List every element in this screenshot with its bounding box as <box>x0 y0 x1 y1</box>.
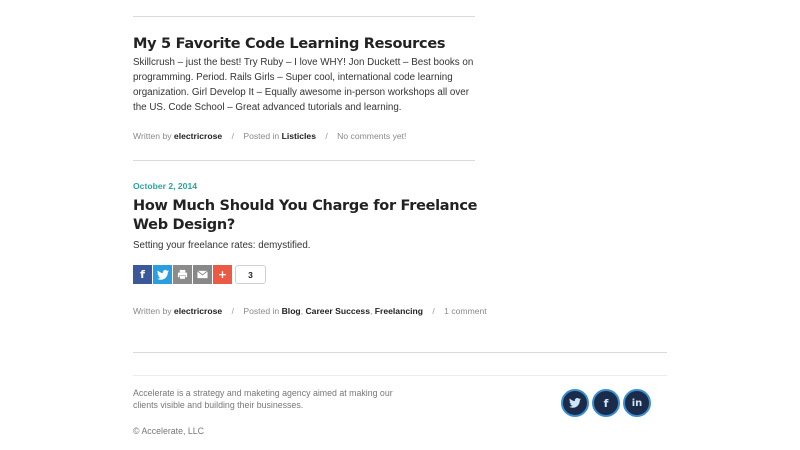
facebook-social-link[interactable]: f <box>592 389 620 417</box>
linkedin-icon: in <box>631 397 643 409</box>
print-icon <box>177 269 188 280</box>
footer-divider <box>133 352 667 353</box>
footer-about: Accelerate is a strategy and maketing ag… <box>133 388 393 410</box>
category-link[interactable]: Freelancing <box>375 306 423 316</box>
print-share-button[interactable] <box>173 265 192 284</box>
meta-separator: / <box>231 131 234 141</box>
post-title-link[interactable]: How Much Should You Charge for Freelance… <box>133 197 478 235</box>
post-divider <box>133 16 475 17</box>
post-excerpt: Skillcrush – just the best! Try Ruby – I… <box>133 57 474 113</box>
post-excerpt: Setting your freelance rates: demystifie… <box>133 240 311 251</box>
email-icon <box>197 270 208 279</box>
author-link[interactable]: electricrose <box>174 306 222 316</box>
meta-separator: / <box>432 306 435 316</box>
post-meta: Written by electricrose / Posted in Blog… <box>133 306 487 316</box>
category-link[interactable]: Listicles <box>282 131 316 141</box>
linkedin-social-link[interactable]: in <box>623 389 651 417</box>
twitter-share-button[interactable] <box>153 265 172 284</box>
written-by-label: Written by <box>133 131 172 141</box>
more-share-button[interactable]: + <box>213 265 232 284</box>
twitter-social-link[interactable] <box>561 389 589 417</box>
facebook-icon: f <box>603 396 609 410</box>
meta-separator: / <box>231 306 234 316</box>
post-title-link[interactable]: My 5 Favorite Code Learning Resources <box>133 35 478 54</box>
post-meta: Written by electricrose / Posted in List… <box>133 131 533 141</box>
posted-in-label: Posted in <box>243 131 280 141</box>
email-share-button[interactable] <box>193 265 212 284</box>
twitter-icon <box>569 398 581 408</box>
meta-separator: / <box>325 131 328 141</box>
category-link[interactable]: Career Success <box>305 306 370 316</box>
facebook-icon: f <box>140 268 145 281</box>
written-by-label: Written by <box>133 306 172 316</box>
author-link[interactable]: electricrose <box>174 131 222 141</box>
footer-divider <box>133 375 667 376</box>
footer-copyright: © Accelerate, LLC <box>133 426 205 436</box>
share-bar: f + 3 <box>133 265 266 284</box>
post-divider <box>133 160 475 161</box>
facebook-share-button[interactable]: f <box>133 265 152 284</box>
category-link[interactable]: Blog <box>282 306 301 316</box>
comments-link[interactable]: No comments yet! <box>337 131 406 141</box>
share-count: 3 <box>235 265 266 284</box>
posted-in-label: Posted in <box>243 306 280 316</box>
twitter-icon <box>156 269 169 280</box>
comments-link[interactable]: 1 comment <box>444 306 487 316</box>
plus-icon: + <box>217 268 228 281</box>
post-date[interactable]: October 2, 2014 <box>133 181 197 191</box>
